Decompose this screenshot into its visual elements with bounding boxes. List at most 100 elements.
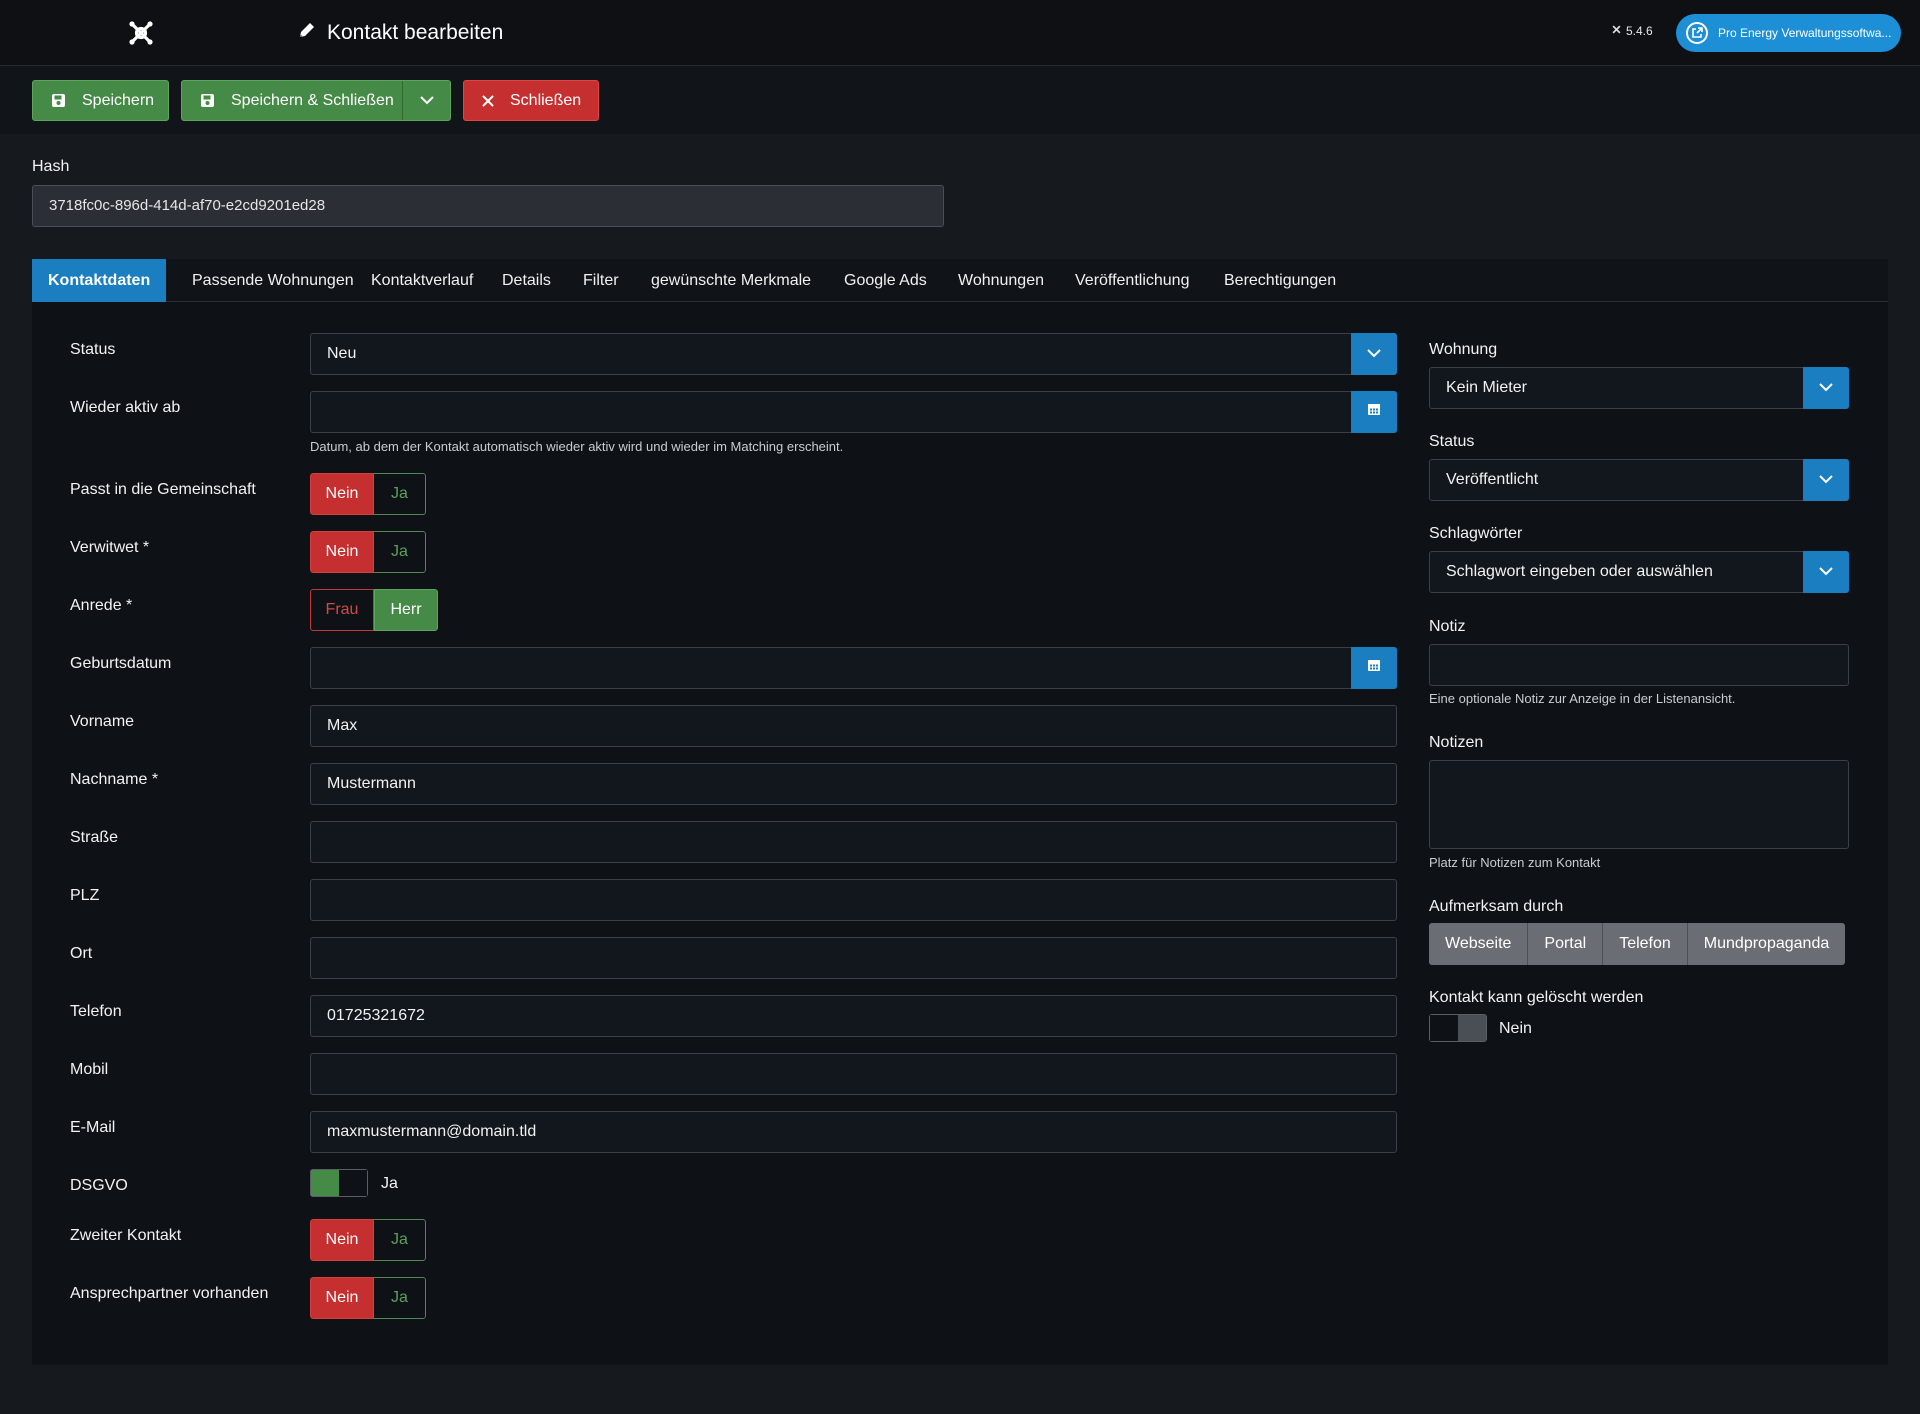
aufmerksam-label: Aufmerksam durch [1429,898,1564,915]
notizen-label: Notizen [1429,734,1484,751]
plz-input[interactable] [310,879,1397,921]
tags-dropdown-toggle[interactable] [1803,551,1849,593]
ansprechpartner-nein-option[interactable]: Nein [310,1277,374,1319]
gemeinschaft-nein-option[interactable]: Nein [310,473,374,515]
close-icon [482,94,494,107]
ansprechpartner-switcher: Nein Ja [310,1277,426,1319]
tags-select[interactable]: Schlagwort eingeben oder auswählen [1429,551,1849,593]
publish-status-dropdown-toggle[interactable] [1803,459,1849,501]
calendar-icon [1367,648,1381,688]
loeschbar-toggle-knob [1458,1015,1486,1041]
ansprechpartner-ja-option[interactable]: Ja [374,1277,426,1319]
tags-label: Schlagwörter [1429,525,1523,542]
loeschbar-toggle-off-half [1430,1015,1458,1041]
wohnung-dropdown-toggle[interactable] [1803,367,1849,409]
telefon-label: Telefon [70,1003,122,1020]
wohnung-select[interactable]: Kein Mieter [1429,367,1849,409]
wieder-aktiv-calendar-button[interactable] [1351,391,1397,433]
tab-details[interactable]: Details [486,259,567,302]
save-options-dropdown[interactable] [402,81,450,120]
status-dropdown-toggle[interactable] [1351,333,1397,375]
telefon-input[interactable]: 01725321672 [310,995,1397,1037]
chevron-down-icon [1367,334,1381,374]
save-button[interactable]: Speichern [32,80,169,121]
loeschbar-label: Kontakt kann gelöscht werden [1429,989,1644,1006]
tab-kontaktdaten[interactable]: Kontaktdaten [32,259,167,302]
anrede-herr-option[interactable]: Herr [374,589,438,631]
verwitwet-nein-option[interactable]: Nein [310,531,374,573]
ort-label: Ort [70,945,93,962]
save-close-label: Speichern & Schließen [231,91,394,109]
status-value: Neu [327,345,357,362]
view-site-button[interactable]: Pro Energy Verwaltungssoftwa... [1676,14,1901,52]
gemeinschaft-ja-option[interactable]: Ja [374,473,426,515]
anrede-frau-option[interactable]: Frau [310,589,374,631]
dsgvo-label: DSGVO [70,1177,128,1194]
hash-label: Hash [32,158,70,175]
chevron-down-icon [1819,460,1833,500]
tab-veroeffentlichung[interactable]: Veröffentlichung [1059,259,1205,302]
wieder-aktiv-input[interactable] [310,391,1397,433]
tab-passende-wohnungen[interactable]: Passende Wohnungen [176,259,370,302]
version-badge: 5.4.6 [1611,24,1653,38]
loeschbar-value: Nein [1499,1020,1532,1037]
close-button[interactable]: Schließen [463,80,599,121]
ort-input[interactable] [310,937,1397,979]
anrede-switcher: Frau Herr [310,589,438,631]
dsgvo-value: Ja [381,1175,398,1192]
strasse-input[interactable] [310,821,1397,863]
external-link-icon [1686,22,1708,44]
aufmerksam-portal-option[interactable]: Portal [1528,923,1604,965]
zweiter-kontakt-label: Zweiter Kontakt [70,1227,182,1244]
site-name: Pro Energy Verwaltungssoftwa... [1718,26,1892,40]
plz-label: PLZ [70,887,100,904]
save-close-button[interactable]: Speichern & Schließen [181,80,451,121]
chevron-down-icon [1819,552,1833,592]
geburtsdatum-calendar-button[interactable] [1351,647,1397,689]
mobil-input[interactable] [310,1053,1397,1095]
notiz-input[interactable] [1429,644,1849,686]
hash-field[interactable]: 3718fc0c-896d-414d-af70-e2cd9201ed28 [32,185,944,227]
email-label: E-Mail [70,1119,116,1136]
tab-berechtigungen[interactable]: Berechtigungen [1208,259,1352,302]
top-bar: Kontakt bearbeiten 5.4.6 Pro Energy Verw… [0,0,1920,66]
loeschbar-toggle[interactable] [1429,1014,1487,1042]
status-select[interactable]: Neu [310,333,1397,375]
publish-status-select[interactable]: Veröffentlicht [1429,459,1849,501]
notizen-hint: Platz für Notizen zum Kontakt [1429,855,1601,870]
aufmerksam-webseite-option[interactable]: Webseite [1429,923,1529,965]
verwitwet-label: Verwitwet * [70,539,150,556]
notizen-textarea[interactable] [1429,760,1849,849]
page-title: Kontakt bearbeiten [297,20,503,46]
tab-bar: Kontaktdaten Passende Wohnungen Kontaktv… [32,259,1888,302]
status-label: Status [70,341,116,358]
tab-kontaktverlauf[interactable]: Kontaktverlauf [355,259,489,302]
pencil-icon [297,20,317,46]
notiz-hint: Eine optionale Notiz zur Anzeige in der … [1429,691,1736,706]
zweiter-kontakt-nein-option[interactable]: Nein [310,1219,374,1261]
vorname-input[interactable]: Max [310,705,1397,747]
ansprechpartner-label: Ansprechpartner vorhanden [70,1285,269,1302]
calendar-icon [1367,392,1381,432]
tab-gewuenschte-merkmale[interactable]: gewünschte Merkmale [635,259,827,302]
save-icon [200,93,215,108]
aufmerksam-telefon-option[interactable]: Telefon [1603,923,1688,965]
gemeinschaft-label: Passt in die Gemeinschaft [70,481,256,498]
dsgvo-toggle[interactable] [310,1169,368,1197]
wieder-aktiv-label: Wieder aktiv ab [70,399,181,416]
aufmerksam-mundpropaganda-option[interactable]: Mundpropaganda [1687,923,1846,965]
wieder-aktiv-hint: Datum, ab dem der Kontakt automatisch wi… [310,439,844,454]
email-input[interactable]: maxmustermann@domain.tld [310,1111,1397,1153]
geburtsdatum-input[interactable] [310,647,1397,689]
anrede-label: Anrede * [70,597,133,614]
joomla-logo-icon[interactable] [128,20,154,46]
verwitwet-ja-option[interactable]: Ja [374,531,426,573]
nachname-input[interactable]: Mustermann [310,763,1397,805]
tab-google-ads[interactable]: Google Ads [828,259,943,302]
zweiter-kontakt-ja-option[interactable]: Ja [374,1219,426,1261]
tab-wohnungen[interactable]: Wohnungen [942,259,1060,302]
save-label: Speichern [82,91,155,109]
vorname-label: Vorname [70,713,135,730]
tab-filter[interactable]: Filter [567,259,635,302]
verwitwet-switcher: Nein Ja [310,531,426,573]
